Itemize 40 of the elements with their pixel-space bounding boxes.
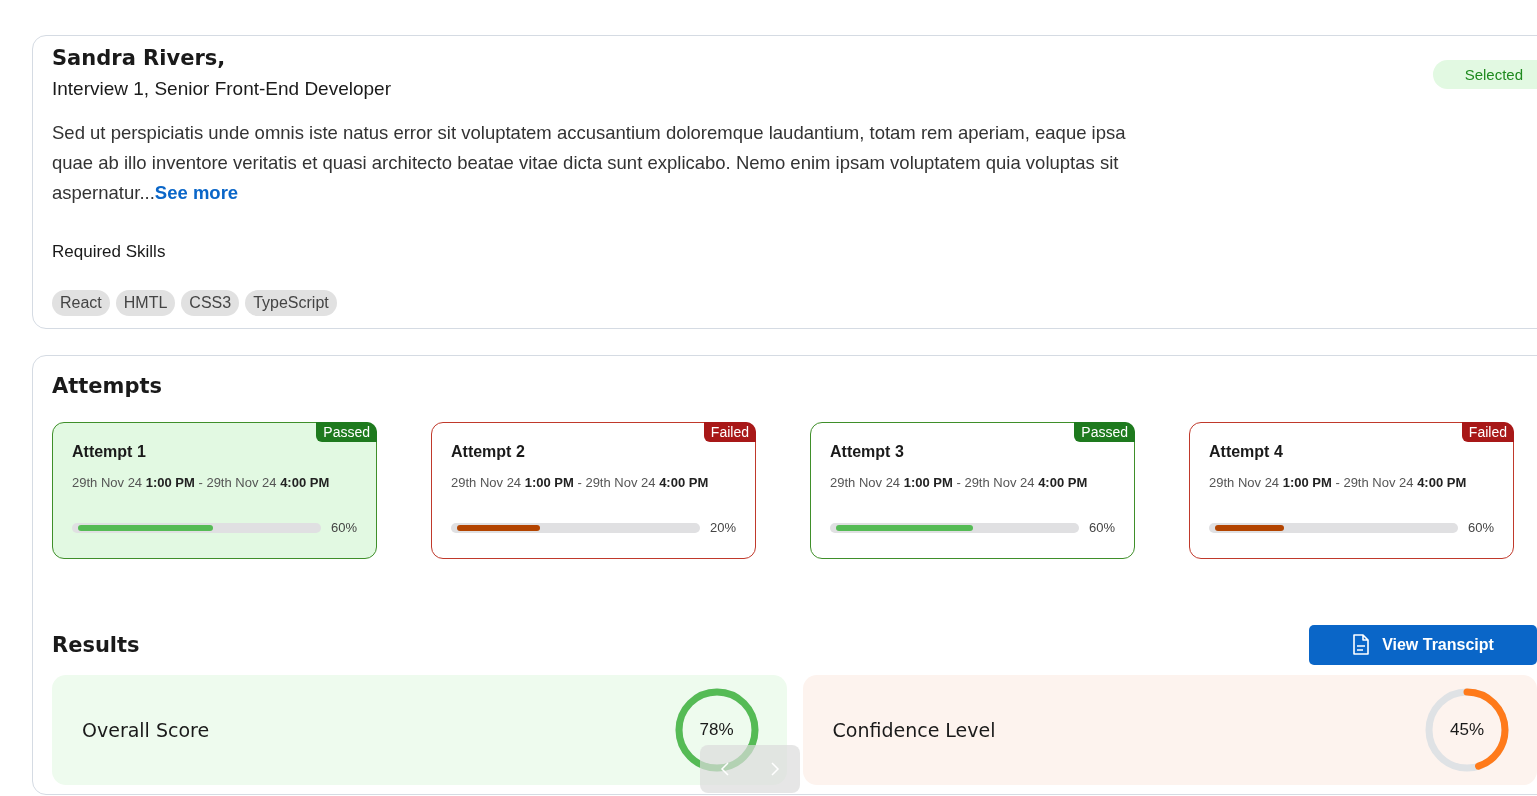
skill-chip: HMTL bbox=[115, 290, 176, 316]
attempt-title: Attempt 4 bbox=[1209, 443, 1283, 461]
skill-chip: CSS3 bbox=[181, 290, 240, 316]
attempt-card[interactable]: Failed Attempt 2 29th Nov 24 1:00 PM - 29th Nov 24 4:00 PM 20% bbox=[431, 422, 756, 559]
attempt-title: Attempt 3 bbox=[830, 443, 904, 461]
progress-value: 20% bbox=[709, 520, 736, 535]
skill-chip: React bbox=[52, 290, 110, 316]
view-transcript-button[interactable]: View Transcipt bbox=[1309, 625, 1537, 665]
progress-value: 60% bbox=[1088, 520, 1115, 535]
attempt-time: 29th Nov 24 1:00 PM - 29th Nov 24 4:00 PM bbox=[72, 475, 331, 490]
score-value: 78% bbox=[699, 720, 734, 740]
chevron-left-icon[interactable] bbox=[720, 761, 730, 777]
chevron-right-icon[interactable] bbox=[770, 761, 780, 777]
score-label: Overall Score bbox=[82, 719, 210, 741]
progress-value: 60% bbox=[330, 520, 357, 535]
status-badge: Selected bbox=[1432, 60, 1537, 89]
result-badge: Failed bbox=[1461, 422, 1514, 442]
see-more-link[interactable]: See more bbox=[154, 182, 239, 203]
candidate-name: Sandra Rivers, bbox=[52, 46, 226, 70]
document-icon bbox=[1352, 634, 1371, 656]
attempt-title: Attempt 2 bbox=[451, 443, 525, 461]
attempt-card[interactable]: Passed Attempt 1 29th Nov 24 1:00 PM - 29th Nov 24 4:00 PM 60% bbox=[52, 422, 377, 559]
section-heading: Results bbox=[52, 633, 140, 657]
result-badge: Passed bbox=[316, 422, 377, 442]
attempt-time: 29th Nov 24 1:00 PM - 29th Nov 24 4:00 PM bbox=[1209, 475, 1468, 490]
attempt-title: Attempt 1 bbox=[72, 443, 146, 461]
progress-value: 60% bbox=[1467, 520, 1494, 535]
attempt-card[interactable]: Passed Attempt 3 29th Nov 24 1:00 PM - 29th Nov 24 4:00 PM 60% bbox=[810, 422, 1135, 559]
attempt-card[interactable]: Failed Attempt 4 29th Nov 24 1:00 PM - 29th Nov 24 4:00 PM 60% bbox=[1189, 422, 1514, 559]
result-badge: Passed bbox=[1074, 422, 1135, 442]
skills-heading: Required Skills bbox=[52, 242, 166, 262]
section-heading: Attempts bbox=[52, 374, 163, 398]
skill-chip: TypeScript bbox=[245, 290, 337, 316]
result-badge: Failed bbox=[703, 422, 756, 442]
description: Sed ut perspiciatis unde omnis iste natus error sit voluptatem accusantium doloremque laudantium, totam rem aperiam, eaque ipsa quae ab illo inventore veritatis et quasi architecto beatae vitae dicta sunt explicabo. Nemo enim ipsam voluptatem quia voluptas sit aspernatur...See more bbox=[52, 121, 1127, 205]
attempt-time: 29th Nov 24 1:00 PM - 29th Nov 24 4:00 PM bbox=[830, 475, 1089, 490]
interview-title: Interview 1, Senior Front-End Developer bbox=[52, 78, 391, 100]
attempt-time: 29th Nov 24 1:00 PM - 29th Nov 24 4:00 PM bbox=[451, 475, 710, 490]
score-value: 45% bbox=[1450, 720, 1484, 740]
score-label: Confidence Level bbox=[832, 719, 996, 741]
